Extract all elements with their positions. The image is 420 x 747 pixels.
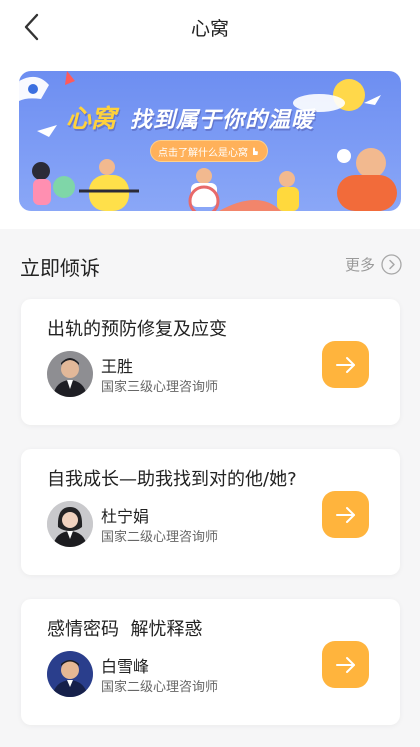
chevron-right-circle-icon — [381, 254, 402, 275]
counselor-role: 国家二级心理咨询师 — [101, 530, 219, 545]
consult-button[interactable] — [322, 341, 369, 388]
page: 心窝 心窝 找到属于你的温暖 点击了解什么是心窝 立即倾诉 更多 出轨的预防修复… — [0, 0, 420, 747]
arrow-right-icon — [335, 506, 355, 523]
avatar — [47, 501, 93, 547]
counselor-card[interactable]: 出轨的预防修复及应变 王胜 国家三级心理咨询师 — [21, 299, 400, 425]
counselor-role: 国家三级心理咨询师 — [101, 380, 219, 395]
section-title: 立即倾诉 — [20, 256, 100, 280]
card-title: 自我成长—助我找到对的他/她? — [47, 469, 297, 490]
nav-bar: 心窝 — [0, 0, 420, 54]
counselor-name: 王胜 — [101, 357, 134, 376]
tap-hand-icon — [253, 147, 258, 155]
consult-button[interactable] — [322, 641, 369, 688]
counselor-name: 杜宁娟 — [101, 507, 150, 526]
banner[interactable]: 心窝 找到属于你的温暖 点击了解什么是心窝 — [19, 71, 401, 211]
section-header: 立即倾诉 更多 — [20, 252, 402, 280]
arrow-right-icon — [335, 356, 355, 373]
counselor-card[interactable]: 自我成长—助我找到对的他/她? 杜宁娟 国家二级心理咨询师 — [21, 449, 400, 575]
card-title: 出轨的预防修复及应变 — [47, 319, 227, 340]
avatar — [47, 651, 93, 697]
more-label: 更多 — [344, 256, 375, 274]
consult-button[interactable] — [322, 491, 369, 538]
banner-learn-more-pill[interactable]: 点击了解什么是心窝 — [150, 140, 268, 162]
arrow-right-icon — [335, 656, 355, 673]
more-link[interactable]: 更多 — [345, 254, 402, 275]
card-title: 感情密码 解忧释惑 — [47, 619, 203, 640]
banner-slogan: 找到属于你的温暖 — [130, 108, 315, 133]
banner-logo-text: 心窝 — [66, 104, 117, 133]
page-title: 心窝 — [190, 18, 229, 40]
banner-pill-label: 点击了解什么是心窝 — [158, 147, 248, 159]
counselor-role: 国家二级心理咨询师 — [101, 680, 219, 695]
banner-headline: 心窝 找到属于你的温暖 — [66, 99, 314, 135]
counselor-card[interactable]: 感情密码 解忧释惑 白雪峰 国家二级心理咨询师 — [21, 599, 400, 725]
avatar — [47, 351, 93, 397]
counselor-name: 白雪峰 — [101, 657, 150, 676]
